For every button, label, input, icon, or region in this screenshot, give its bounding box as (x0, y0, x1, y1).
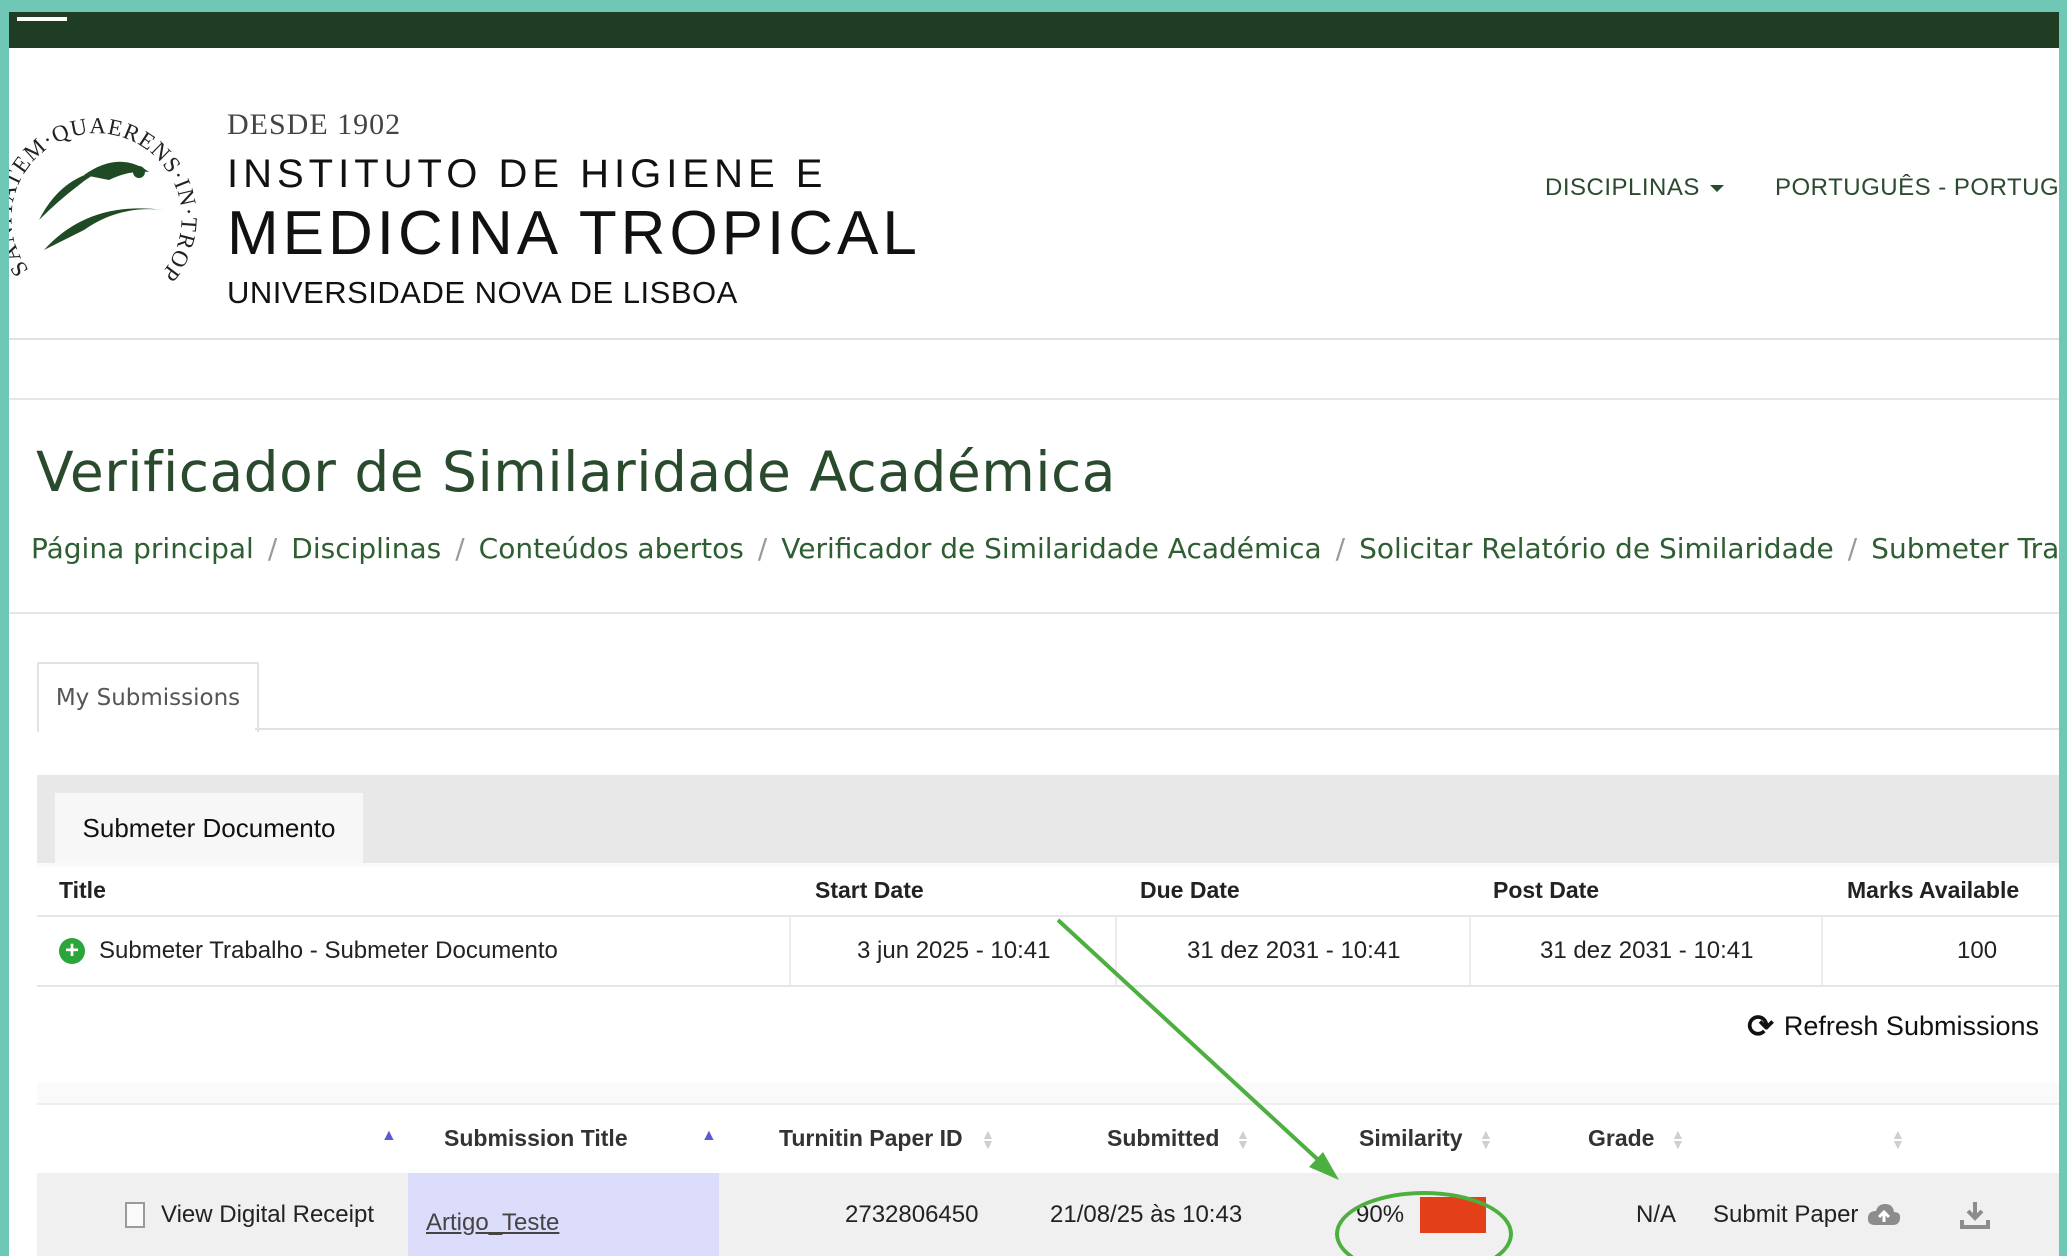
institute-line3: UNIVERSIDADE NOVA DE LISBOA (227, 275, 738, 310)
sort-icon[interactable]: ▲ ▼ (1236, 1127, 1250, 1151)
col-submission-title[interactable]: Submission Title (444, 1125, 628, 1152)
sort-icon[interactable]: ▲ ▼ (1479, 1127, 1493, 1151)
submission-date: 21/08/25 às 10:43 (1050, 1201, 1243, 1228)
sort-icon[interactable]: ▲ ▼ (981, 1127, 995, 1151)
digital-receipt-label: View Digital Receipt (161, 1201, 374, 1228)
sort-icon[interactable]: ▲ ▼ (1891, 1127, 1905, 1151)
caret-down-icon (1709, 185, 1724, 193)
download-icon (1960, 1202, 1990, 1229)
panel-header: Submeter Documento (37, 775, 2059, 863)
assignment-row: + Submeter Trabalho - Submeter Documento… (37, 917, 2059, 987)
divider (9, 398, 2059, 400)
tab-submeter-documento[interactable]: Submeter Documento (55, 793, 363, 863)
top-bar (9, 12, 2059, 48)
assignment-marks: 100 (1957, 937, 1998, 964)
download-button[interactable] (1959, 1173, 1991, 1256)
col-title: Title (59, 877, 106, 903)
col-grade[interactable]: Grade (1588, 1125, 1654, 1152)
breadcrumb-submeter[interactable]: Submeter Trabalho (1871, 532, 2059, 565)
nav-language[interactable]: PORTUGUÊS - PORTUGAL ( (1775, 174, 2059, 202)
col-submitted[interactable]: Submitted (1107, 1125, 1219, 1152)
assignment-title-cell: + Submeter Trabalho - Submeter Documento (59, 917, 558, 985)
breadcrumb-verificador[interactable]: Verificador de Similaridade Académica (781, 532, 1321, 565)
site-header: SANITATEM·QUAERENS·IN·TROPICOS DESDE 190… (9, 48, 2059, 340)
institute-line1: INSTITUTO DE HIGIENE E (227, 152, 828, 196)
breadcrumb-home[interactable]: Página principal (31, 532, 254, 565)
sort-icon[interactable]: ▲ ▼ (1671, 1127, 1685, 1151)
page-title: Verificador de Similaridade Académica (36, 440, 1116, 504)
submit-paper-label: Submit Paper (1713, 1201, 1859, 1228)
menu-icon[interactable] (17, 17, 67, 21)
submission-panel: Submeter Documento Title Start Date Due … (37, 775, 2059, 1256)
breadcrumb-separator: / (1847, 532, 1858, 565)
digital-receipt-link[interactable]: View Digital Receipt (125, 1173, 374, 1256)
column-divider (1115, 917, 1117, 985)
sort-asc-icon[interactable]: ▲ (701, 1127, 717, 1145)
browser-frame: SANITATEM·QUAERENS·IN·TROPICOS DESDE 190… (9, 12, 2059, 1256)
breadcrumb-conteudos[interactable]: Conteúdos abertos (479, 532, 744, 565)
assignment-post-date: 31 dez 2031 - 10:41 (1540, 937, 1754, 964)
breadcrumb-solicitar[interactable]: Solicitar Relatório de Similaridade (1359, 532, 1834, 565)
institute-emblem-logo[interactable]: SANITATEM·QUAERENS·IN·TROPICOS (9, 100, 209, 300)
breadcrumb-separator: / (1335, 532, 1346, 565)
col-start-date: Start Date (815, 877, 924, 903)
breadcrumb-disciplinas[interactable]: Disciplinas (291, 532, 441, 565)
col-similarity[interactable]: Similarity (1359, 1125, 1463, 1152)
col-due-date: Due Date (1140, 877, 1240, 903)
col-post-date: Post Date (1493, 877, 1600, 903)
tab-baseline (255, 728, 2059, 730)
breadcrumb-separator: / (757, 532, 768, 565)
refresh-label: Refresh Submissions (1783, 1010, 2039, 1041)
since-label: DESDE 1902 (227, 108, 402, 141)
column-divider (789, 917, 791, 985)
refresh-area: ⟳ Refresh Submissions (37, 987, 2059, 1083)
col-marks-available: Marks Available (1847, 877, 2020, 903)
institute-line2: MEDICINA TROPICAL (227, 199, 921, 268)
submission-title-link[interactable]: Artigo_Teste (426, 1209, 559, 1237)
column-divider (1469, 917, 1471, 985)
document-icon (125, 1202, 145, 1228)
nav-disciplinas-label: DISCIPLINAS (1545, 174, 1700, 201)
assignment-due-date: 31 dez 2031 - 10:41 (1187, 937, 1401, 964)
submit-paper-button[interactable]: Submit Paper (1713, 1173, 1902, 1256)
divider (9, 612, 2059, 614)
submission-paper-id: 2732806450 (845, 1201, 979, 1228)
tab-my-submissions[interactable]: My Submissions (37, 662, 259, 732)
svg-text:SANITATEM·QUAERENS·IN·TROPICOS: SANITATEM·QUAERENS·IN·TROPICOS (9, 100, 202, 287)
emblem-motto: SANITATEM·QUAERENS·IN·TROPICOS (9, 100, 201, 287)
submission-grade: N/A (1636, 1201, 1677, 1228)
breadcrumb-separator: / (267, 532, 278, 565)
institute-wordmark: DESDE 1902 INSTITUTO DE HIGIENE E MEDICI… (227, 108, 921, 311)
submission-row: View Digital Receipt Artigo_Teste 273280… (37, 1173, 2059, 1256)
breadcrumb-separator: / (455, 532, 465, 565)
plus-circle-icon[interactable]: + (59, 938, 85, 964)
sort-asc-icon[interactable]: ▲ (381, 1127, 397, 1145)
assignment-start-date: 3 jun 2025 - 10:41 (857, 937, 1051, 964)
assignment-table-header: Title Start Date Due Date Post Date Mark… (37, 867, 2059, 917)
assignment-title: Submeter Trabalho - Submeter Documento (99, 937, 558, 964)
submission-title-cell: Artigo_Teste (408, 1173, 719, 1256)
column-divider (1821, 917, 1823, 985)
col-paper-id[interactable]: Turnitin Paper ID (779, 1125, 963, 1152)
refresh-submissions-button[interactable]: ⟳ Refresh Submissions (1747, 1007, 2039, 1045)
breadcrumb: Página principal / Disciplinas / Conteúdos a… (31, 532, 2059, 565)
submissions-table-header: ▲ Submission Title ▲ Turnitin Paper ID ▲… (37, 1103, 2059, 1173)
cloud-upload-icon (1868, 1204, 1901, 1225)
refresh-icon: ⟳ (1747, 1008, 1774, 1044)
nav-disciplinas[interactable]: DISCIPLINAS (1545, 174, 1724, 202)
